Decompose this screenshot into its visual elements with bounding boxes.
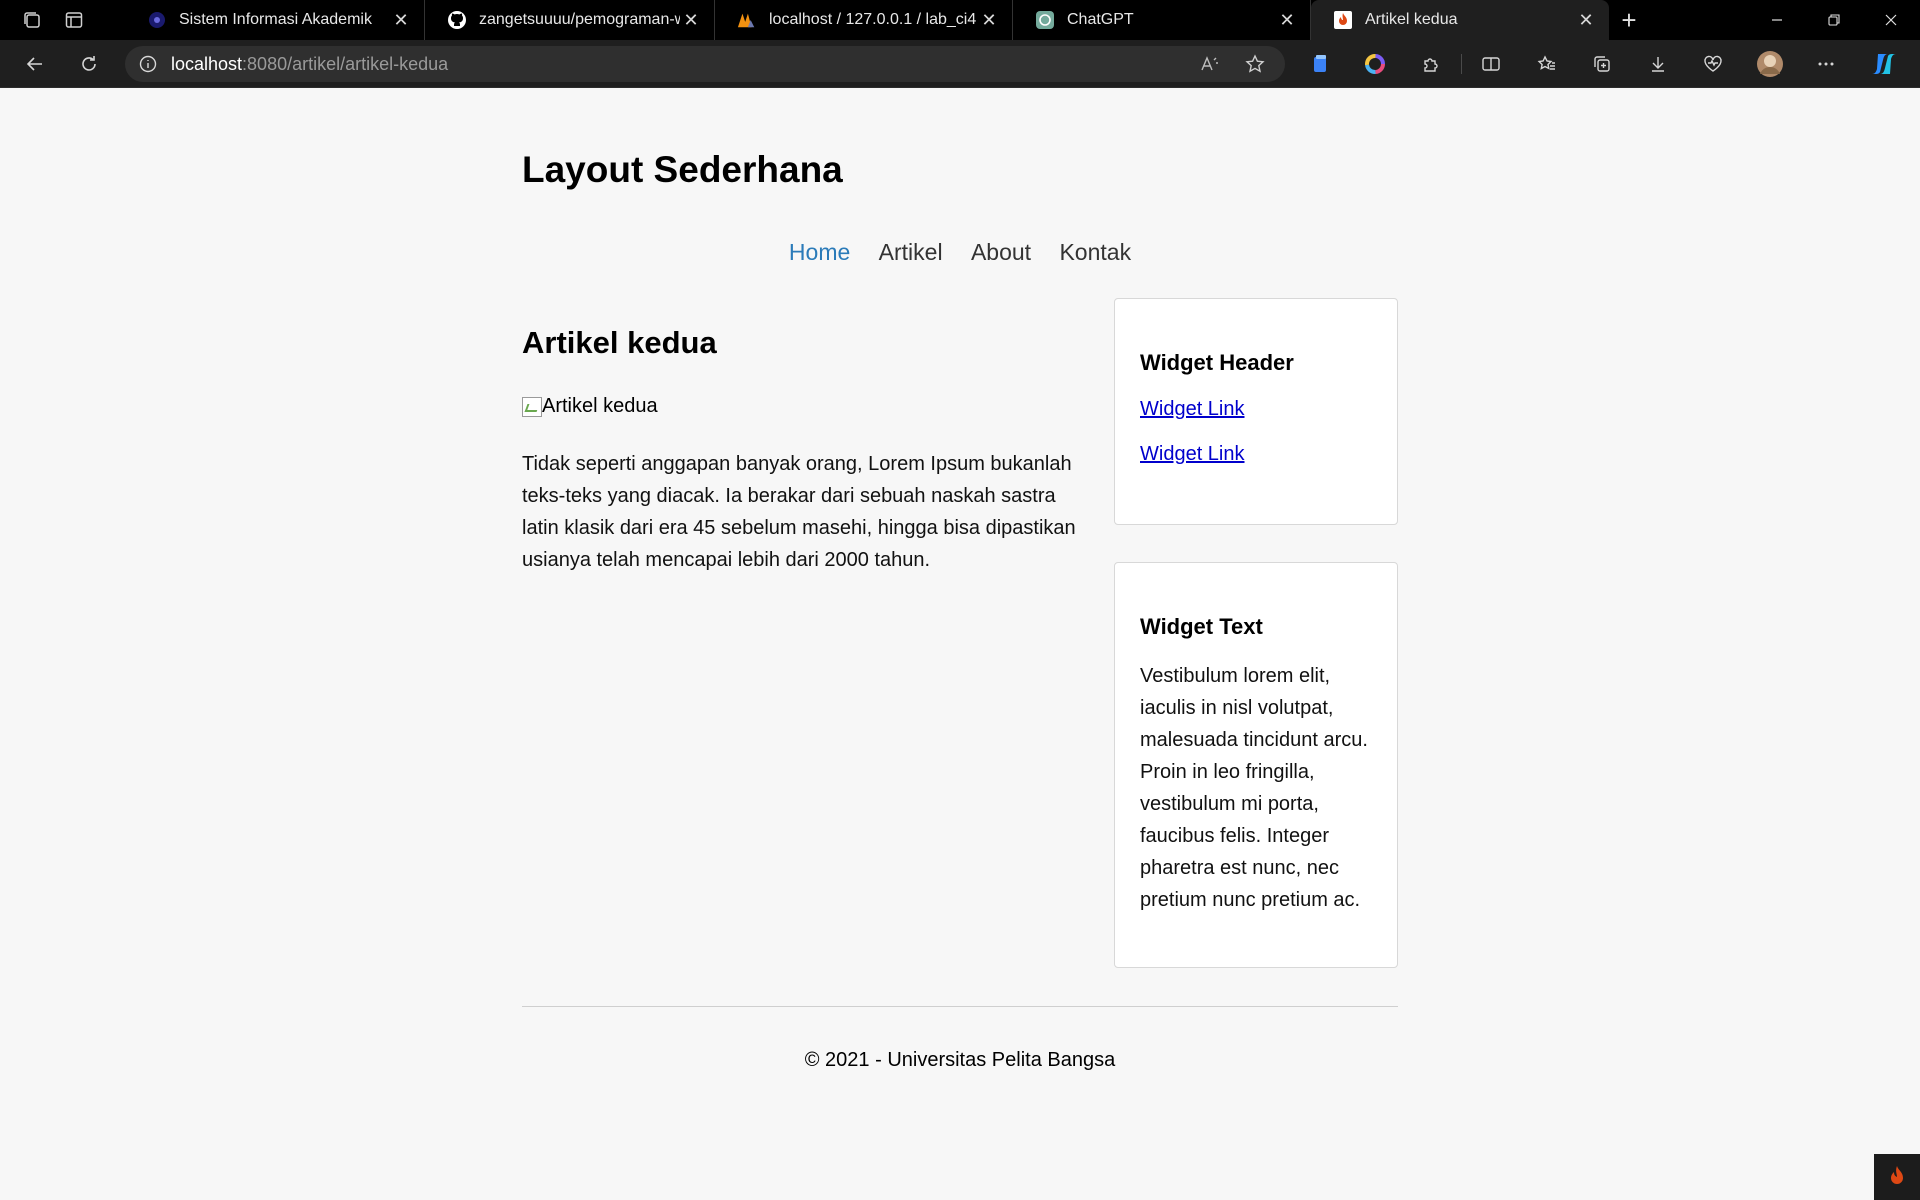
extension-color-wheel-icon[interactable]	[1355, 40, 1395, 88]
main-nav: Home Artikel About Kontak	[0, 239, 1920, 266]
article-image-alt: Artikel kedua	[542, 395, 658, 417]
refresh-icon[interactable]	[62, 40, 116, 88]
toolbar-divider	[1461, 54, 1462, 74]
url-bar[interactable]: localhost:8080/artikel/artikel-kedua	[125, 46, 1285, 82]
read-aloud-icon[interactable]	[1190, 46, 1230, 82]
tab-github[interactable]: zangetsuuuu/pemograman-web ✕	[425, 0, 715, 40]
collections-icon[interactable]	[1582, 40, 1622, 88]
tab-title: ChatGPT	[1067, 11, 1134, 28]
close-tab-icon[interactable]: ✕	[1575, 9, 1597, 31]
tab-phpmyadmin[interactable]: localhost / 127.0.0.1 / lab_ci4 | ph ✕	[715, 0, 1013, 40]
site-info-icon[interactable]	[125, 55, 171, 73]
tab-title: Sistem Informasi Akademik	[179, 11, 372, 28]
downloads-icon[interactable]	[1638, 40, 1678, 88]
widget-text-body: Vestibulum lorem elit, iaculis in nisl v…	[1140, 665, 1368, 911]
close-tab-icon[interactable]: ✕	[978, 9, 1000, 31]
nav-artikel[interactable]: Artikel	[879, 239, 943, 266]
article-title: Artikel kedua	[522, 325, 717, 360]
nav-about[interactable]: About	[971, 239, 1031, 266]
widget-link[interactable]: Widget Link	[1140, 398, 1372, 421]
more-options-icon[interactable]	[1806, 40, 1846, 88]
nav-kontak[interactable]: Kontak	[1059, 239, 1131, 266]
article-image: Artikel kedua	[522, 395, 1082, 418]
codeigniter-debug-toolbar-icon[interactable]	[1874, 1154, 1920, 1200]
new-tab-button[interactable]: +	[1609, 0, 1649, 40]
footer-text: © 2021 - Universitas Pelita Bangsa	[804, 1049, 1116, 1071]
chatgpt-favicon	[1035, 10, 1055, 30]
tab-chatgpt[interactable]: ChatGPT ✕	[1013, 0, 1311, 40]
widget-link[interactable]: Widget Link	[1140, 443, 1372, 466]
tab-artikel-kedua[interactable]: Artikel kedua ✕	[1311, 0, 1609, 40]
nav-home[interactable]: Home	[789, 239, 850, 266]
web-page: Layout Sederhana Home Artikel About Kont…	[0, 89, 1920, 1200]
github-favicon	[447, 10, 467, 30]
extensions-puzzle-icon[interactable]	[1411, 40, 1451, 88]
back-icon[interactable]	[8, 40, 62, 88]
url-host: localhost	[171, 53, 243, 74]
url-path: :8080/artikel/artikel-kedua	[242, 53, 449, 74]
widget-header-title: Widget Header	[1140, 350, 1294, 375]
favorite-star-icon[interactable]	[1235, 46, 1275, 82]
widget-header-box: Widget Header Widget Link Widget Link	[1114, 298, 1398, 525]
widget-text-box: Widget Text Vestibulum lorem elit, iacul…	[1114, 562, 1398, 968]
url-text: localhost:8080/artikel/artikel-kedua	[171, 54, 448, 75]
tab-title: localhost / 127.0.0.1 / lab_ci4 | ph	[769, 11, 978, 28]
profile-avatar[interactable]	[1750, 40, 1790, 88]
tab-actions-icon[interactable]	[53, 0, 95, 40]
close-tab-icon[interactable]: ✕	[1276, 9, 1298, 31]
extension-blue-icon[interactable]	[1300, 40, 1340, 88]
widget-text-title: Widget Text	[1140, 614, 1263, 639]
tab-title: zangetsuuuu/pemograman-web	[479, 11, 680, 28]
phpmyadmin-favicon	[737, 10, 757, 30]
copilot-icon[interactable]	[1864, 40, 1904, 88]
address-bar-row: localhost:8080/artikel/artikel-kedua	[0, 40, 1920, 88]
restore-icon[interactable]	[1805, 0, 1863, 40]
article: Artikel kedua Artikel kedua Tidak sepert…	[522, 325, 1082, 576]
split-screen-icon[interactable]	[1471, 40, 1511, 88]
tab-siakad[interactable]: Sistem Informasi Akademik ✕	[125, 0, 425, 40]
close-tab-icon[interactable]: ✕	[390, 9, 412, 31]
workspaces-icon[interactable]	[11, 0, 53, 40]
tab-bar: Sistem Informasi Akademik ✕ zangetsuuuu/…	[0, 0, 1920, 40]
favorites-icon[interactable]	[1527, 40, 1567, 88]
footer-divider	[522, 1006, 1398, 1007]
article-body: Tidak seperti anggapan banyak orang, Lor…	[522, 453, 1076, 571]
browser-essentials-icon[interactable]	[1693, 40, 1733, 88]
close-tab-icon[interactable]: ✕	[680, 9, 702, 31]
tab-title: Artikel kedua	[1365, 11, 1458, 28]
minimize-icon[interactable]	[1748, 0, 1806, 40]
codeigniter-favicon	[1333, 10, 1353, 30]
broken-image-icon	[522, 396, 542, 417]
close-window-icon[interactable]	[1862, 0, 1920, 40]
site-title: Layout Sederhana	[522, 149, 843, 190]
siakad-favicon	[147, 10, 167, 30]
